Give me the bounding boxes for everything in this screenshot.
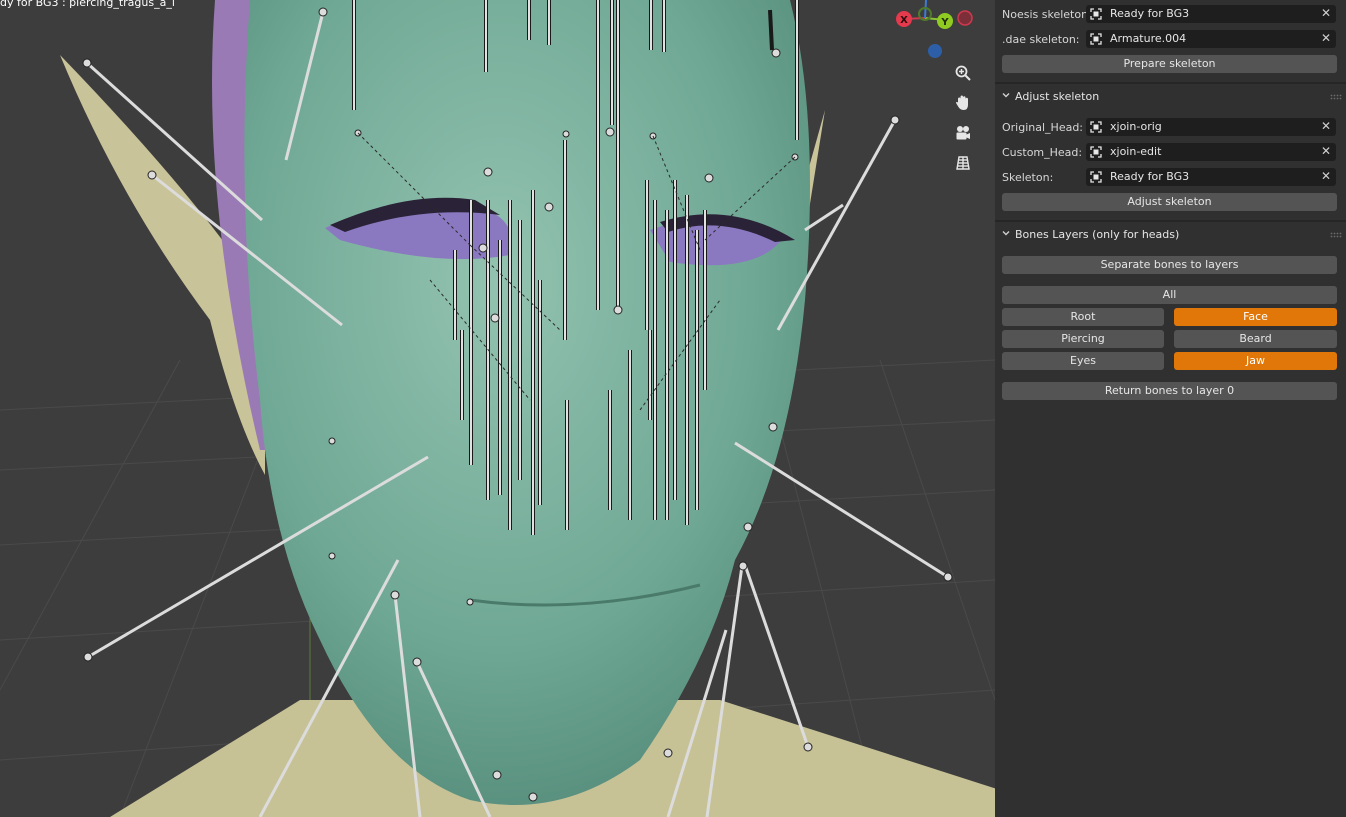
y-axis-label: Y bbox=[940, 17, 949, 28]
custom-head-label: Custom_Head: bbox=[1002, 146, 1083, 159]
original-head-row: Original_Head: xjoin-orig ✕ bbox=[995, 117, 1346, 139]
skeleton-row: Skeleton: Ready for BG3 ✕ bbox=[995, 167, 1346, 189]
noesis-skeleton-label: Noesis skeleton: bbox=[1002, 8, 1092, 21]
chevron-down-icon bbox=[1002, 93, 1010, 98]
grid-icon[interactable] bbox=[950, 150, 976, 176]
viewport-scene[interactable] bbox=[0, 0, 995, 817]
bones-layers-title: Bones Layers (only for heads) bbox=[1015, 228, 1180, 241]
clear-icon[interactable]: ✕ bbox=[1321, 31, 1331, 45]
chevron-down-icon bbox=[1002, 231, 1010, 236]
noesis-skeleton-row: Noesis skeleton: Ready for BG3 ✕ bbox=[995, 4, 1346, 26]
noesis-skeleton-field[interactable]: Ready for BG3 ✕ bbox=[1086, 5, 1336, 23]
dae-skeleton-field[interactable]: Armature.004 ✕ bbox=[1086, 30, 1336, 48]
separate-bones-button[interactable]: Separate bones to layers bbox=[1002, 256, 1337, 274]
navigation-gizmo[interactable]: X Y bbox=[890, 0, 980, 66]
layer-eyes-button[interactable]: Eyes bbox=[1002, 352, 1164, 370]
clear-icon[interactable]: ✕ bbox=[1321, 6, 1331, 20]
hand-pan-icon[interactable] bbox=[950, 90, 976, 116]
camera-icon[interactable] bbox=[950, 120, 976, 146]
layer-root-button[interactable]: Root bbox=[1002, 308, 1164, 326]
properties-panel: Noesis skeleton: Ready for BG3 ✕ .dae sk… bbox=[995, 0, 1346, 817]
layer-beard-button[interactable]: Beard bbox=[1174, 330, 1337, 348]
skeleton-value: Ready for BG3 bbox=[1110, 170, 1190, 183]
custom-head-row: Custom_Head: xjoin-edit ✕ bbox=[995, 142, 1346, 164]
mesh-object-icon bbox=[1090, 146, 1102, 158]
bones-layers-header[interactable]: Bones Layers (only for heads) bbox=[995, 223, 1346, 247]
original-head-field[interactable]: xjoin-orig ✕ bbox=[1086, 118, 1336, 136]
neg-z-axis-icon bbox=[928, 44, 942, 58]
armature-object-icon bbox=[1090, 171, 1102, 183]
x-axis-label: X bbox=[900, 15, 908, 26]
custom-head-value: xjoin-edit bbox=[1110, 145, 1162, 158]
noesis-skeleton-value: Ready for BG3 bbox=[1110, 7, 1190, 20]
layer-jaw-button[interactable]: Jaw bbox=[1174, 352, 1337, 370]
neg-x-axis-icon bbox=[957, 10, 973, 26]
clear-icon[interactable]: ✕ bbox=[1321, 144, 1331, 158]
zoom-icon[interactable] bbox=[950, 60, 976, 86]
section-divider bbox=[995, 220, 1346, 222]
clear-icon[interactable]: ✕ bbox=[1321, 119, 1331, 133]
custom-head-field[interactable]: xjoin-edit ✕ bbox=[1086, 143, 1336, 161]
prepare-skeleton-button[interactable]: Prepare skeleton bbox=[1002, 55, 1337, 73]
layer-face-button[interactable]: Face bbox=[1174, 308, 1337, 326]
layer-all-button[interactable]: All bbox=[1002, 286, 1337, 304]
armature-object-icon bbox=[1090, 33, 1102, 45]
dae-skeleton-row: .dae skeleton: Armature.004 ✕ bbox=[995, 29, 1346, 51]
skeleton-field[interactable]: Ready for BG3 ✕ bbox=[1086, 168, 1336, 186]
dae-skeleton-value: Armature.004 bbox=[1110, 32, 1187, 45]
section-divider bbox=[995, 82, 1346, 84]
original-head-value: xjoin-orig bbox=[1110, 120, 1162, 133]
drag-grip-icon[interactable] bbox=[1330, 232, 1342, 238]
adjust-skeleton-header[interactable]: Adjust skeleton bbox=[995, 85, 1346, 109]
drag-grip-icon[interactable] bbox=[1330, 94, 1342, 100]
original-head-label: Original_Head: bbox=[1002, 121, 1084, 134]
3d-viewport[interactable]: dy for BG3 : piercing_tragus_a_l X Y bbox=[0, 0, 995, 817]
adjust-skeleton-button[interactable]: Adjust skeleton bbox=[1002, 193, 1337, 211]
layer-piercing-button[interactable]: Piercing bbox=[1002, 330, 1164, 348]
mesh-object-icon bbox=[1090, 121, 1102, 133]
clear-icon[interactable]: ✕ bbox=[1321, 169, 1331, 183]
adjust-skeleton-title: Adjust skeleton bbox=[1015, 90, 1100, 103]
dae-skeleton-label: .dae skeleton: bbox=[1002, 33, 1080, 46]
viewport-title: dy for BG3 : piercing_tragus_a_l bbox=[0, 0, 175, 9]
armature-object-icon bbox=[1090, 8, 1102, 20]
skeleton-label: Skeleton: bbox=[1002, 171, 1054, 184]
return-bones-button[interactable]: Return bones to layer 0 bbox=[1002, 382, 1337, 400]
